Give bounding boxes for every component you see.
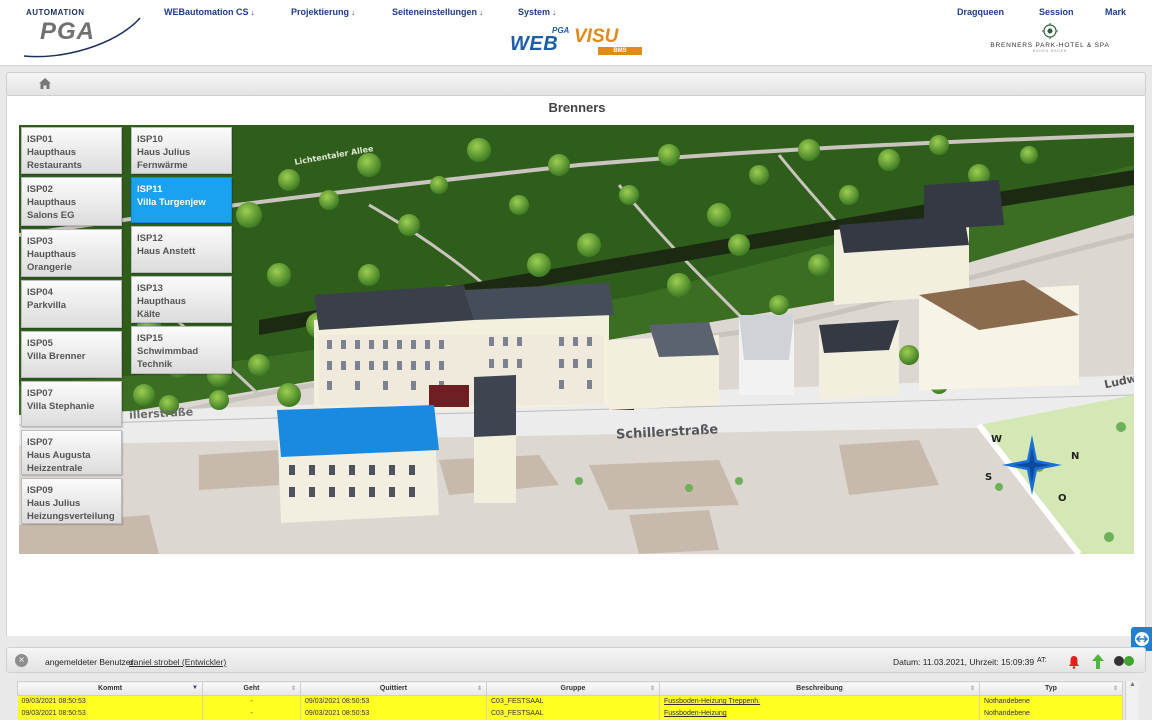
nav-system-label: System — [518, 7, 551, 17]
isp-button-isp13[interactable]: ISP13 Haupthaus Kälte — [131, 276, 232, 323]
column-header-geht[interactable]: Geht ⇕ — [202, 681, 301, 696]
isp-button-isp15[interactable]: ISP15 Schwimmbad Technik — [131, 326, 232, 374]
webvisu-bms-logo: PGA WEB VISU BMS — [510, 26, 645, 56]
compass-east: O — [1058, 493, 1067, 504]
breadcrumb-toolbar — [6, 72, 1146, 96]
isp-button-isp05[interactable]: ISP05 Villa Brenner — [21, 331, 122, 378]
status-at-label: AT: — [1037, 657, 1047, 664]
arrow-up-icon[interactable] — [1092, 654, 1104, 669]
nav-dragqueen[interactable]: Dragqueen — [957, 7, 1004, 17]
brenners-hotel-logo: BRENNERS PARK-HOTEL & SPA BADEN-BADEN — [985, 22, 1115, 62]
arrow-down-icon: ↓ — [479, 8, 484, 17]
cell-kommt: 09/03/2021 08:50:53 — [17, 695, 203, 708]
pga-automation-logo[interactable]: AUTOMATION PGA — [20, 6, 150, 58]
scroll-up-icon[interactable]: ▲ — [1126, 681, 1139, 688]
sort-icon: ⇕ — [649, 686, 655, 692]
site-map: Schillerstraße illerstraße Lichtentaler … — [19, 125, 1134, 554]
isp-button-isp07-stephanie[interactable]: ISP07 Villa Stephanie — [21, 381, 122, 427]
isp-button-isp07-augusta[interactable]: ISP07 Haus Augusta Heizzentrale — [21, 430, 122, 475]
arrow-down-icon: ↓ — [351, 8, 356, 17]
column-header-beschreibung[interactable]: Beschreibung ⇕ — [659, 681, 980, 696]
status-lights-icon[interactable] — [1113, 655, 1135, 667]
cell-geht: - — [202, 707, 301, 720]
logged-in-user-label: angemeldeter Benutzer: — [45, 657, 136, 667]
isp-button-isp01[interactable]: ISP01 Haupthaus Restaurants — [21, 127, 122, 174]
cell-kommt: 09/03/2021 08:50:53 — [17, 707, 203, 720]
isp-button-isp02[interactable]: ISP02 Haupthaus Salons EG — [21, 177, 122, 226]
status-bar: × angemeldeter Benutzer: daniel strobel … — [6, 647, 1146, 673]
isp-button-isp11[interactable]: ISP11 Villa Turgenjew — [131, 177, 232, 223]
column-header-quittiert[interactable]: Quittiert ⇕ — [300, 681, 487, 696]
nav-webautomation[interactable]: WEBautomation CS ↓ — [164, 7, 255, 17]
cell-quittiert: 09/03/2021 08:50:53 — [300, 695, 487, 708]
nav-projektierung-label: Projektierung — [291, 7, 350, 17]
sort-icon: ⇕ — [969, 686, 975, 692]
compass-south: S — [985, 472, 993, 483]
isp-button-isp10[interactable]: ISP10 Haus Julius Fernwärme — [131, 127, 232, 174]
hotel-city: BADEN-BADEN — [1032, 49, 1068, 53]
alarm-table-scrollbar[interactable]: ▲ — [1125, 681, 1139, 720]
arrow-down-icon: ↓ — [250, 8, 255, 17]
logged-in-user-link[interactable]: daniel strobel (Entwickler) — [129, 657, 226, 667]
cell-beschreibung[interactable]: Fussboden-Heizung — [659, 707, 980, 720]
nav-seiteneinstellungen[interactable]: Seiteneinstellungen ↓ — [392, 7, 483, 17]
nav-projektierung[interactable]: Projektierung ↓ — [291, 7, 355, 17]
isp-button-isp12[interactable]: ISP12 Haus Anstett — [131, 226, 232, 273]
app-header: AUTOMATION PGA WEBautomation CS ↓ Projekt… — [0, 0, 1152, 66]
logo-bms: BMS — [598, 47, 642, 55]
alarm-table: Kommt ▼ Geht ⇕ Quittiert ⇕ Gruppe ⇕ Beschrei… — [17, 681, 1123, 720]
column-header-kommt[interactable]: Kommt ▼ — [17, 681, 203, 696]
nav-mark[interactable]: Mark — [1105, 7, 1126, 17]
sort-icon: ⇕ — [290, 686, 296, 692]
column-header-typ[interactable]: Typ ⇕ — [979, 681, 1123, 696]
home-icon[interactable] — [38, 77, 52, 90]
nav-webautomation-label: WEBautomation CS — [164, 7, 249, 17]
isp-button-isp09[interactable]: ISP09 Haus Julius Heizungsverteilung — [21, 478, 122, 524]
hotel-name: BRENNERS PARK-HOTEL & SPA — [990, 42, 1110, 49]
page-title: Brenners — [548, 100, 606, 115]
logo-visu: VISU — [574, 26, 619, 47]
cell-typ: Nothandebene — [979, 707, 1123, 720]
close-icon[interactable]: × — [15, 654, 28, 667]
isp-button-isp04[interactable]: ISP04 Parkvilla — [21, 280, 122, 328]
sort-desc-icon: ▼ — [192, 685, 198, 691]
table-row[interactable]: 09/03/2021 08:50:53 - 09/03/2021 08:50:5… — [17, 695, 1123, 708]
nav-session[interactable]: Session — [1039, 7, 1074, 17]
sort-icon: ⇕ — [476, 686, 482, 692]
cell-quittiert: 09/03/2021 08:50:53 — [300, 707, 487, 720]
cell-gruppe: C03_FESTSAAL — [486, 695, 660, 708]
cell-beschreibung[interactable]: Fussboden-Heizung Treppenh. — [659, 695, 980, 708]
compass-west: W — [991, 434, 1003, 445]
cell-geht: - — [202, 695, 301, 708]
logo-web: WEB — [510, 33, 559, 55]
table-row[interactable]: 09/03/2021 08:50:53 - 09/03/2021 08:50:5… — [17, 707, 1123, 720]
sort-icon: ⇕ — [1112, 686, 1118, 692]
cell-gruppe: C03_FESTSAAL — [486, 707, 660, 720]
arrow-down-icon: ↓ — [552, 8, 557, 17]
table-header-row: Kommt ▼ Geht ⇕ Quittiert ⇕ Gruppe ⇕ Beschrei… — [17, 681, 1123, 696]
logo-main-text: PGA — [40, 18, 96, 45]
cell-typ: Nothandebene — [979, 695, 1123, 708]
isp-button-isp03[interactable]: ISP03 Haupthaus Orangerie — [21, 229, 122, 277]
hotel-crest-icon — [1042, 23, 1058, 39]
status-datetime: Datum: 11.03.2021, Uhrzeit: 15:09:39 — [893, 657, 1035, 667]
column-header-gruppe[interactable]: Gruppe ⇕ — [486, 681, 660, 696]
alarm-bell-icon[interactable] — [1068, 655, 1080, 669]
nav-seiteneinstellungen-label: Seiteneinstellungen — [392, 7, 478, 17]
nav-system[interactable]: System ↓ — [518, 7, 556, 17]
compass-north: N — [1071, 451, 1080, 462]
